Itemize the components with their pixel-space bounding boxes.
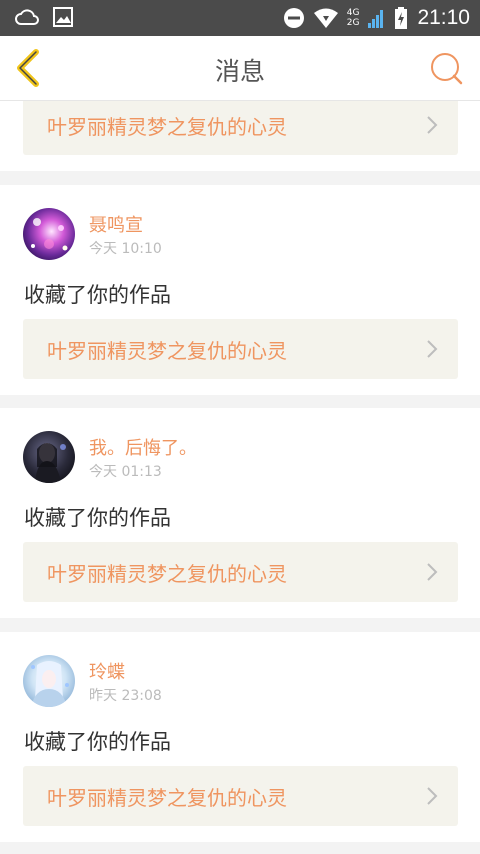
page-title: 消息 [214,57,265,86]
timestamp: 昨天 23:08 [89,688,162,704]
status-bar: 4G 2G 21:10 [0,0,480,36]
avatar[interactable] [23,655,75,707]
work-link[interactable]: 叶罗丽精灵梦之复仇的心灵 [23,101,458,155]
image-notification-icon [53,7,73,27]
avatar[interactable] [23,208,75,260]
avatar[interactable] [23,431,75,483]
work-title: 叶罗丽精灵梦之复仇的心灵 [47,115,287,139]
action-text: 收藏了你的作品 [24,730,171,754]
message-card: 我。后悔了。 今天 01:13 收藏了你的作品 叶罗丽精灵梦之复仇的心灵 [0,408,480,618]
network-type: 4G 2G [347,8,360,28]
message-list[interactable]: 叶罗丽精灵梦之复仇的心灵 聂鸣宣 今天 10:10 收藏了你的作品 叶罗丽精灵梦… [0,101,480,854]
app-header: 消息 [0,36,480,101]
message-card: 聂鸣宣 今天 10:10 收藏了你的作品 叶罗丽精灵梦之复仇的心灵 [0,185,480,395]
timestamp: 今天 10:10 [89,241,162,257]
username[interactable]: 聂鸣宣 [89,211,143,237]
network-type-top: 4G [346,8,360,18]
work-link[interactable]: 叶罗丽精灵梦之复仇的心灵 [23,542,458,602]
chevron-right-icon [427,116,438,134]
message-card: 玲蝶 昨天 23:08 收藏了你的作品 叶罗丽精灵梦之复仇的心灵 [0,632,480,842]
chevron-right-icon [427,563,438,581]
work-title: 叶罗丽精灵梦之复仇的心灵 [47,562,287,586]
work-link[interactable]: 叶罗丽精灵梦之复仇的心灵 [23,319,458,379]
username[interactable]: 我。后悔了。 [89,434,197,460]
username[interactable]: 玲蝶 [89,658,125,684]
action-text: 收藏了你的作品 [24,506,171,530]
battery-charging-icon [395,7,408,29]
cloud-notification-icon [15,9,39,25]
message-card-partial: 叶罗丽精灵梦之复仇的心灵 [0,101,480,171]
timestamp: 今天 01:13 [89,464,162,480]
network-type-bottom: 2G [346,18,360,28]
wifi-icon [313,8,338,28]
work-title: 叶罗丽精灵梦之复仇的心灵 [47,786,287,810]
action-text: 收藏了你的作品 [24,283,171,307]
clock: 21:10 [417,6,470,29]
signal-icon [368,10,384,28]
search-icon[interactable] [428,50,464,86]
work-link[interactable]: 叶罗丽精灵梦之复仇的心灵 [23,766,458,826]
do-not-disturb-icon [283,8,304,28]
chevron-right-icon [427,787,438,805]
chevron-right-icon [427,340,438,358]
work-title: 叶罗丽精灵梦之复仇的心灵 [47,339,287,363]
